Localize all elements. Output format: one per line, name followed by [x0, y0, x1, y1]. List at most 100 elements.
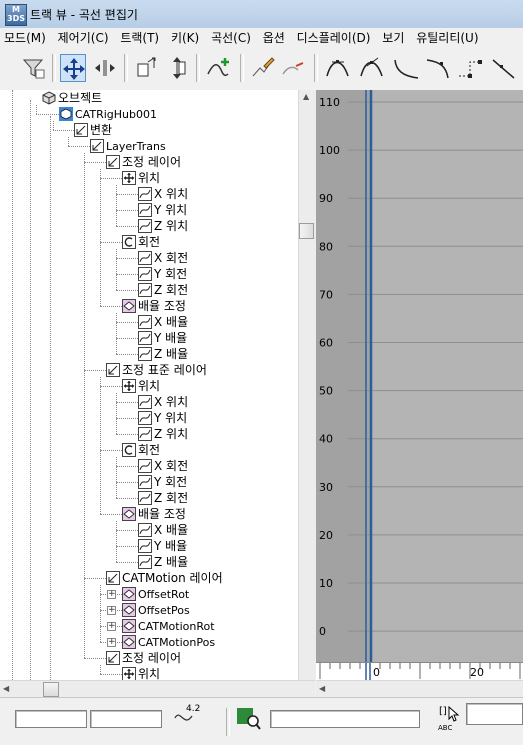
expand-toggle[interactable]: + [107, 606, 116, 615]
filter-button[interactable] [20, 54, 46, 82]
tree-node-label: X 배율 [154, 315, 189, 329]
tree-guide-line [84, 153, 85, 658]
search-field[interactable] [270, 710, 420, 728]
scale-values-icon [173, 57, 186, 79]
tree-guide-line [116, 258, 138, 259]
tangent-display-button[interactable]: 4.2 [172, 704, 204, 732]
time-ruler[interactable]: 0 20 [316, 662, 523, 681]
tree-guide-line [100, 377, 101, 514]
tree-node-label: Y 위치 [154, 411, 188, 425]
tree-node-label: 회전 [138, 443, 161, 457]
menu-options[interactable]: 옵션 [259, 28, 289, 48]
menu-view[interactable]: 보기 [378, 28, 408, 48]
abc-button[interactable]: [] ABC [436, 704, 462, 736]
key-time-field[interactable] [15, 710, 87, 728]
curve-icon [138, 203, 152, 220]
tree-guide-line [84, 578, 106, 579]
curve-graph[interactable]: 110 100 90 80 70 60 50 40 30 20 10 0 [316, 90, 523, 680]
menu-controller[interactable]: 제어기(C) [54, 28, 113, 48]
position-icon [122, 379, 136, 396]
draw-curves-icon [252, 57, 275, 77]
add-keys-button[interactable] [206, 54, 232, 82]
tangent-linear-button[interactable] [490, 54, 516, 82]
tangent-custom-button[interactable] [358, 54, 384, 82]
curve-icon [138, 219, 152, 236]
tangent-auto-button[interactable] [324, 54, 350, 82]
graph-horizontal-scrollbar[interactable]: ◀ [316, 680, 523, 698]
curve-icon [138, 491, 152, 508]
tree-node-label: Y 배율 [154, 331, 188, 345]
x-tick-label: 0 [373, 666, 380, 679]
time-ruler-canvas[interactable]: 0 20 [316, 663, 523, 681]
curve-icon [138, 475, 152, 492]
menu-curve[interactable]: 곡선(C) [207, 28, 255, 48]
tree-node-label: Y 회전 [154, 267, 188, 281]
tangent-fast-button[interactable] [392, 54, 419, 82]
expand-toggle[interactable]: + [107, 622, 116, 631]
y-tick-label: 10 [319, 577, 333, 590]
menu-utility[interactable]: 유틸리티(U) [412, 28, 482, 48]
tree-horizontal-scrollbar[interactable]: ◀ [0, 680, 315, 698]
tree-vertical-scroll-thumb[interactable] [299, 223, 314, 239]
tree-guide-line [116, 354, 138, 355]
y-tick-label: 100 [319, 144, 340, 157]
key-value-field[interactable] [90, 710, 162, 728]
tree-guide-line [116, 313, 117, 354]
menu-track[interactable]: 트랙(T) [116, 28, 163, 48]
zoom-region-button[interactable] [236, 704, 262, 732]
tree-node-label: 오브젝트 [58, 91, 103, 105]
move-keys-button[interactable] [60, 54, 86, 82]
title-bar: M 3DS 트랙 뷰 - 곡선 편집기 [0, 0, 523, 29]
scale-values-button[interactable] [164, 54, 190, 82]
tree-guide-line [116, 185, 117, 226]
zoom-region-icon [237, 708, 261, 730]
tangent-custom-icon [360, 57, 383, 77]
menu-display[interactable]: 디스플레이(D) [293, 28, 375, 48]
extra-field[interactable] [466, 703, 523, 725]
menu-key[interactable]: 키(K) [167, 28, 203, 48]
app-icon: M 3DS [5, 4, 27, 26]
tree-guide-line [116, 530, 138, 531]
tree-node-label: Y 배율 [154, 539, 188, 553]
tree-guide-line [116, 457, 117, 498]
graph-scroll-left-arrow-icon[interactable]: ◀ [319, 684, 325, 693]
curve-icon [138, 555, 152, 572]
tree-node-label: Z 위치 [154, 219, 189, 233]
scale-icon [122, 587, 136, 604]
tree-guide-line [53, 130, 74, 131]
cursor-arrow-icon [448, 706, 460, 722]
y-tick-label: 40 [319, 433, 333, 446]
scroll-up-arrow-icon[interactable]: ▲ [303, 92, 309, 101]
scale-icon [122, 619, 136, 636]
curve-icon [138, 315, 152, 332]
scale-keys-button[interactable] [134, 54, 160, 82]
tree-horizontal-scroll-thumb[interactable] [43, 682, 59, 697]
expand-toggle[interactable]: + [107, 590, 116, 599]
curve-icon [138, 539, 152, 556]
tangent-fast-icon [394, 59, 419, 79]
tree-node-label: Y 위치 [154, 203, 188, 217]
y-tick-label: 70 [319, 288, 333, 301]
tree-guide-line [12, 90, 13, 680]
tangent-step-button[interactable] [456, 54, 482, 82]
scale-icon [122, 507, 136, 524]
curve-icon [138, 459, 152, 476]
layer-trans-icon [90, 139, 104, 156]
tangent-linear-icon [492, 59, 515, 79]
tangent-slow-button[interactable] [424, 54, 450, 82]
tree-guide-line [116, 210, 138, 211]
tree-vertical-scrollbar[interactable]: ▲ [298, 90, 316, 680]
expand-toggle[interactable]: + [107, 638, 116, 647]
scroll-left-arrow-icon[interactable]: ◀ [3, 684, 9, 693]
draw-curves-button[interactable] [250, 54, 276, 82]
curve-graph-canvas[interactable]: 1101009080706050403020100 [316, 90, 523, 680]
menu-mode[interactable]: 모드(M) [0, 28, 50, 48]
curve-icon [138, 395, 152, 412]
curve-icon [138, 523, 152, 540]
slide-keys-button[interactable] [92, 54, 118, 82]
y-tick-label: 80 [319, 240, 333, 253]
tree-guide-line [116, 498, 138, 499]
scale-icon [122, 299, 136, 316]
reduce-keys-button[interactable] [280, 54, 306, 82]
transform-icon [74, 123, 88, 140]
